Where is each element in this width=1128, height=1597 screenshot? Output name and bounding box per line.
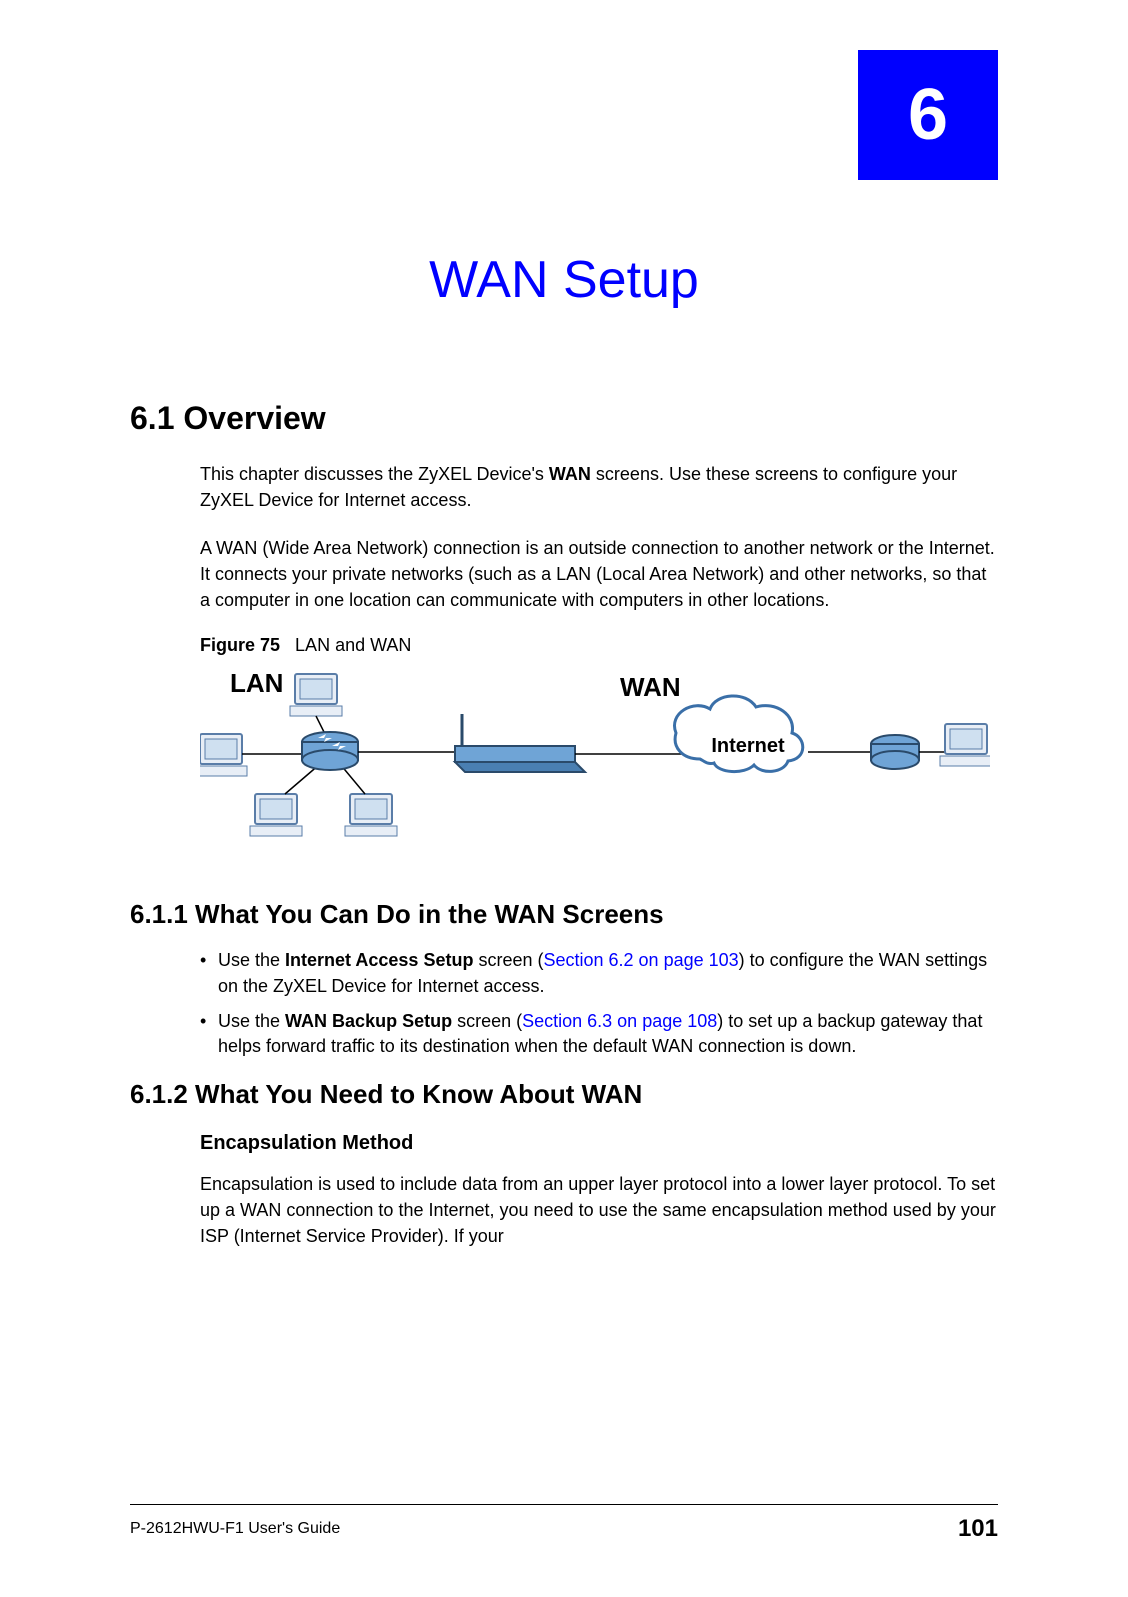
content-area: 6.1 Overview This chapter discusses the … [130,400,998,1272]
footer-guide: P-2612HWU-F1 User's Guide [130,1520,340,1538]
para-2: A WAN (Wide Area Network) connection is … [200,535,998,613]
section-6-1-2-body: Encapsulation Method Encapsulation is us… [200,1132,998,1249]
b1-c: screen ( [473,950,543,970]
section-6-1-heading: 6.1 Overview [130,400,998,437]
b1-b: Internet Access Setup [285,950,473,970]
lan-wan-diagram: LAN WAN [200,664,990,844]
page: 6 WAN Setup 6.1 Overview This chapter di… [0,0,1128,1597]
lan-router-icon [302,732,358,770]
wan-label: WAN [620,672,681,702]
internet-cloud-icon: Internet [675,696,803,772]
section-6-1-1-body: Use the Internet Access Setup screen (Se… [200,948,998,1059]
figure-caption-text: LAN and WAN [295,635,411,655]
footer-page-number: 101 [958,1515,998,1543]
b2-c: screen ( [452,1011,522,1031]
remote-router-icon [871,735,919,769]
b1-a: Use the [218,950,285,970]
section-6-1-body: This chapter discusses the ZyXEL Device'… [200,461,998,879]
bullet-1: Use the Internet Access Setup screen (Se… [200,948,998,998]
para-1-a: This chapter discusses the ZyXEL Device'… [200,464,549,484]
b2-link[interactable]: Section 6.3 on page 108 [522,1011,717,1031]
section-6-1-1-heading: 6.1.1 What You Can Do in the WAN Screens [130,899,998,930]
cloud-label: Internet [711,735,785,757]
encapsulation-heading: Encapsulation Method [200,1132,998,1155]
encapsulation-para: Encapsulation is used to include data fr… [200,1171,998,1249]
chapter-number: 6 [908,74,948,156]
b2-b: WAN Backup Setup [285,1011,452,1031]
chapter-title: WAN Setup [0,250,1128,310]
lan-label: LAN [230,668,283,698]
b2-a: Use the [218,1011,285,1031]
figure-caption: Figure 75 LAN and WAN [200,635,998,656]
remote-pc-icon [940,724,990,766]
lan-pc-icon [200,674,397,836]
figure-number: Figure 75 [200,635,280,655]
page-footer: P-2612HWU-F1 User's Guide 101 [130,1504,998,1543]
b1-link[interactable]: Section 6.2 on page 103 [543,950,738,970]
chapter-number-box: 6 [858,50,998,180]
gateway-icon [455,714,585,772]
para-1: This chapter discusses the ZyXEL Device'… [200,461,998,513]
bullet-2: Use the WAN Backup Setup screen (Section… [200,1009,998,1059]
para-1-b: WAN [549,464,591,484]
section-6-1-2-heading: 6.1.2 What You Need to Know About WAN [130,1079,998,1110]
bullet-list: Use the Internet Access Setup screen (Se… [200,948,998,1059]
